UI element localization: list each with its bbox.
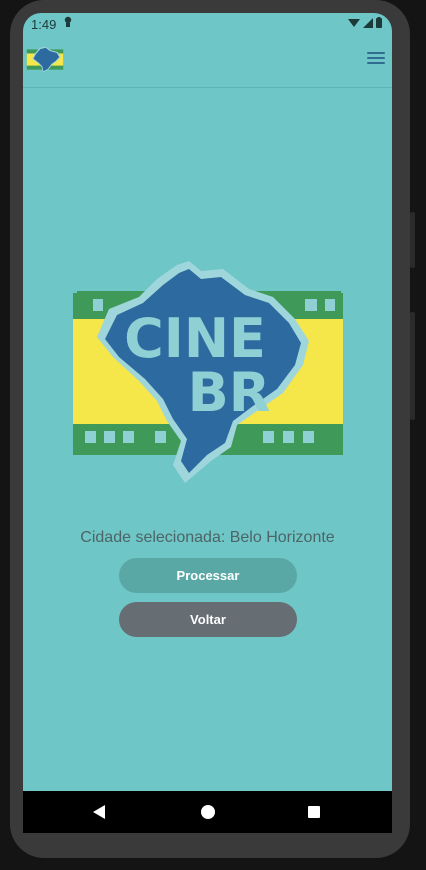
volume-button [410,212,415,268]
back-triangle-icon[interactable] [93,805,105,819]
recents-square-icon[interactable] [308,806,320,818]
status-time: 1:49 [31,17,57,32]
cine-br-logo-small[interactable] [26,44,64,74]
logo-text-br: BR [188,361,271,424]
hamburger-menu-icon[interactable] [367,52,385,66]
alien-icon [63,16,73,31]
app-bar [23,39,392,88]
selected-city-label: Cidade selecionada: Belo Horizonte [80,529,335,546]
wifi-icon [348,18,360,27]
power-button [410,312,415,420]
signal-icon [363,17,373,28]
battery-icon [376,17,382,28]
status-bar: 1:49 [23,13,392,35]
back-button[interactable]: Voltar [119,602,297,637]
app-screen: 1:49 CINE BR Cidade selecionada: Belo Ho… [23,13,392,833]
process-button[interactable]: Processar [119,558,297,593]
cine-br-logo: CINE BR [73,261,343,483]
home-circle-icon[interactable] [201,805,215,819]
system-navigation-bar [23,791,392,833]
status-icons [348,17,382,28]
